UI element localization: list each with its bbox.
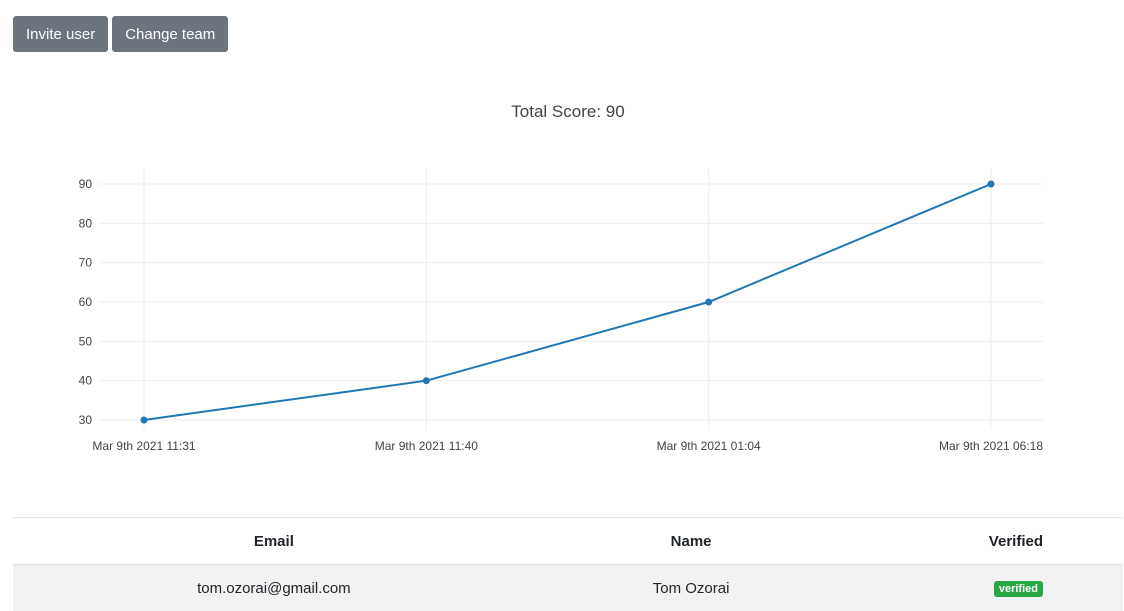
- data-point[interactable]: [705, 299, 712, 306]
- data-point[interactable]: [141, 417, 148, 424]
- x-tick-label: Mar 9th 2021 11:40: [375, 439, 479, 453]
- score-chart: Total Score: 90 30 40 50 60 70 80 90 Mar 9th 2…: [0, 0, 1124, 470]
- y-gridlines: [100, 184, 1043, 420]
- x-tick-label: Mar 9th 2021 01:04: [657, 439, 761, 453]
- y-tick-labels: 30 40 50 60 70 80 90: [79, 177, 93, 427]
- verified-column-header: Verified: [847, 518, 1123, 565]
- y-tick-label: 50: [79, 334, 93, 348]
- table-row: tom.ozorai@gmail.com Tom Ozorai verified: [13, 565, 1123, 611]
- y-tick-label: 30: [79, 413, 93, 427]
- verified-badge: verified: [994, 581, 1043, 597]
- y-tick-label: 80: [79, 216, 93, 230]
- table-header-row: Email Name Verified: [13, 518, 1123, 565]
- users-table: Email Name Verified tom.ozorai@gmail.com…: [13, 517, 1123, 611]
- email-column-header: Email: [13, 518, 535, 565]
- x-tick-label: Mar 9th 2021 11:31: [92, 439, 196, 453]
- x-tick-label: Mar 9th 2021 06:18: [939, 439, 1043, 453]
- x-tick-labels: Mar 9th 2021 11:31 Mar 9th 2021 11:40 Mar …: [92, 439, 1043, 453]
- chart-title: Total Score: 90: [511, 102, 624, 121]
- name-column-header: Name: [535, 518, 848, 565]
- y-tick-label: 40: [79, 374, 93, 388]
- data-point[interactable]: [423, 377, 430, 384]
- y-tick-label: 70: [79, 256, 93, 270]
- data-point[interactable]: [988, 181, 995, 188]
- y-tick-label: 60: [79, 295, 93, 309]
- x-gridlines: [144, 168, 991, 430]
- y-tick-label: 90: [79, 177, 93, 191]
- verified-cell: verified: [847, 565, 1123, 611]
- chart-svg: Total Score: 90 30 40 50 60 70 80 90 Mar 9th 2…: [0, 0, 1124, 470]
- email-cell: tom.ozorai@gmail.com: [13, 565, 535, 611]
- name-cell: Tom Ozorai: [535, 565, 848, 611]
